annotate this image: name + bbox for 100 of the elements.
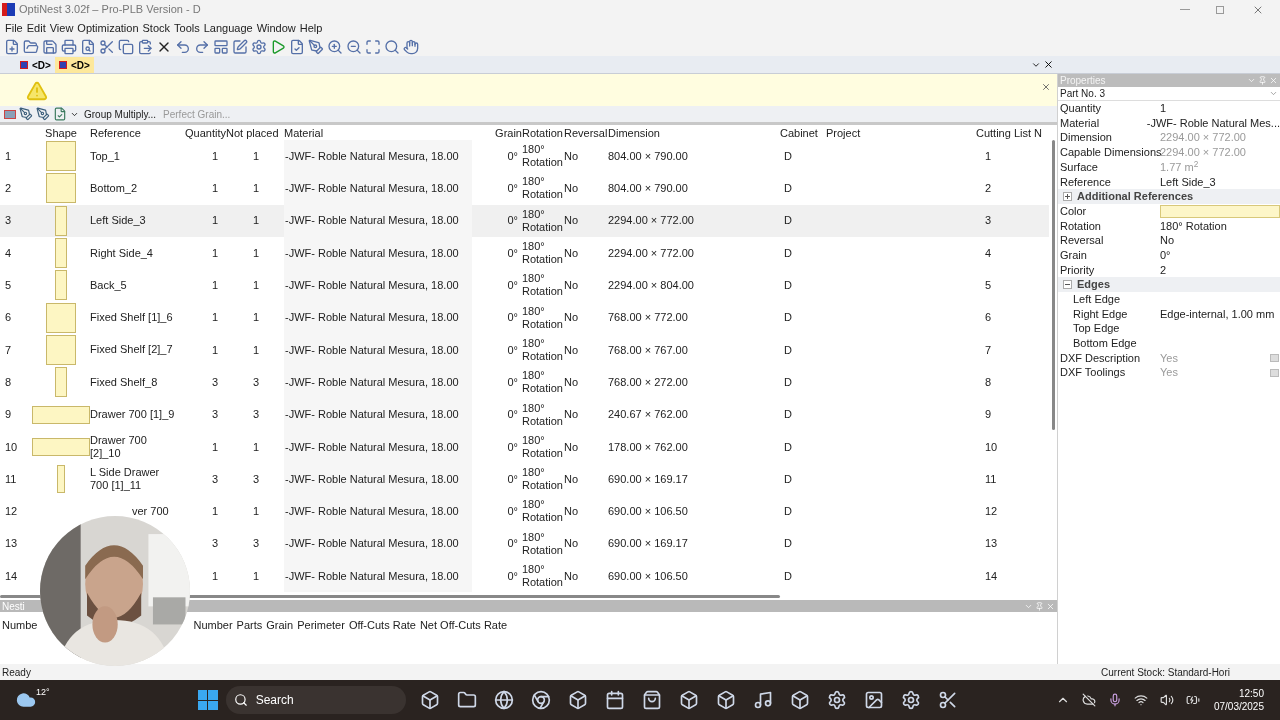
- battery-icon[interactable]: [1185, 693, 1200, 707]
- color-swatch[interactable]: [1160, 204, 1280, 218]
- open-folder-icon[interactable]: [23, 38, 39, 55]
- search-field[interactable]: Search: [225, 686, 406, 714]
- column-header[interactable]: Perimeter: [297, 617, 345, 634]
- app-icon[interactable]: [456, 690, 477, 710]
- collapse-icon[interactable]: [1063, 280, 1072, 290]
- part-shape: [46, 141, 76, 172]
- column-header[interactable]: Number: [193, 617, 233, 634]
- export-icon[interactable]: [53, 106, 67, 122]
- column-header[interactable]: Material: [284, 125, 472, 142]
- column-header[interactable]: Quantity: [178, 125, 226, 142]
- column-header[interactable]: Rotation: [522, 125, 564, 142]
- save-icon[interactable]: [42, 38, 58, 55]
- menu-item[interactable]: View: [49, 19, 74, 37]
- column-header[interactable]: Parts: [236, 617, 263, 634]
- column-header[interactable]: Grain: [266, 617, 294, 634]
- status-text: Ready: [2, 665, 31, 680]
- wifi-icon[interactable]: [1133, 693, 1148, 707]
- app-icon[interactable]: [604, 690, 625, 710]
- column-header[interactable]: Dimension: [608, 125, 780, 142]
- column-header[interactable]: Project: [826, 125, 976, 142]
- column-header[interactable]: Numbe: [2, 617, 38, 634]
- menu-item[interactable]: Tools: [174, 19, 200, 37]
- menu-item[interactable]: Language: [203, 19, 253, 37]
- app-icon[interactable]: [715, 690, 736, 710]
- not-placed-cell-text: 3: [251, 536, 261, 552]
- app-icon[interactable]: [752, 690, 773, 710]
- weather-icon[interactable]: [16, 690, 36, 710]
- menu-item[interactable]: Help: [299, 19, 323, 37]
- grid-icon[interactable]: [4, 109, 16, 119]
- reference-cell: Left Side_3: [90, 214, 146, 228]
- document-icon[interactable]: [289, 38, 305, 55]
- property-label: Top Edge: [1072, 321, 1121, 337]
- app-icon[interactable]: [826, 690, 847, 710]
- microphone-icon[interactable]: [1107, 693, 1122, 707]
- not-placed-cell-text: 3: [251, 374, 261, 390]
- expand-icon[interactable]: [1063, 191, 1072, 201]
- settings-icon[interactable]: [251, 38, 267, 55]
- pen-icon[interactable]: [19, 106, 33, 122]
- pen-icon[interactable]: [308, 38, 324, 55]
- column-header[interactable]: Shape: [32, 125, 90, 142]
- property-value: 2294.00 × 772.00: [1160, 130, 1247, 146]
- pen-icon[interactable]: [36, 106, 50, 122]
- panel-icon[interactable]: [213, 38, 229, 55]
- play-icon[interactable]: [270, 38, 286, 55]
- cloud-icon[interactable]: [1081, 693, 1096, 707]
- volume-icon[interactable]: [1159, 693, 1174, 707]
- rotation-cell-text: 180° Rotation: [522, 432, 564, 461]
- toolbar-button[interactable]: Group Multiply...: [82, 106, 159, 122]
- undo-icon[interactable]: [175, 38, 191, 55]
- menu-item[interactable]: Window: [256, 19, 296, 37]
- quantity-cell-text: 1: [210, 342, 219, 358]
- print-icon[interactable]: [61, 38, 77, 55]
- column-header[interactable]: Grain: [472, 125, 522, 142]
- reversal-cell-text: No: [564, 504, 580, 520]
- paste-icon[interactable]: [137, 38, 153, 55]
- preview-icon[interactable]: [80, 38, 96, 55]
- folder-icon[interactable]: [493, 690, 514, 710]
- close-icon[interactable]: [1043, 59, 1054, 70]
- clock-time[interactable]: 12:50: [1238, 687, 1264, 700]
- column-header[interactable]: Cutting List N: [976, 125, 1048, 142]
- search-icon[interactable]: [384, 38, 400, 55]
- column-header[interactable]: Reversal: [564, 125, 608, 142]
- cabinet-cell-text: D: [783, 213, 793, 229]
- cut-icon[interactable]: [99, 38, 115, 55]
- redo-icon[interactable]: [194, 38, 210, 55]
- start-button[interactable]: [197, 690, 218, 710]
- menu-item[interactable]: Edit: [26, 19, 46, 37]
- menu-item[interactable]: File: [5, 19, 23, 37]
- fit-icon[interactable]: [365, 38, 381, 55]
- property-value: Edge-internal, 1.00 mm: [1160, 306, 1276, 322]
- zoom-out-icon[interactable]: [346, 38, 362, 55]
- maximize-button[interactable]: [1216, 5, 1224, 14]
- clock-date[interactable]: 07/03/2025: [1213, 700, 1264, 713]
- property-value: -JWF- Roble Natural Mes...: [1146, 115, 1280, 131]
- copy-icon[interactable]: [118, 38, 134, 55]
- column-header[interactable]: Off-Cuts Rate: [348, 617, 416, 634]
- new-file-icon[interactable]: [4, 38, 20, 55]
- material-cell: -JWF- Roble Natural Mesura, 18.00: [284, 172, 472, 205]
- reference-cell: Top_1: [90, 149, 120, 163]
- not-placed-cell-text: 1: [251, 245, 261, 261]
- edit-icon[interactable]: [232, 38, 248, 55]
- dropdown-icon[interactable]: [1031, 60, 1041, 70]
- app-icon[interactable]: [863, 690, 884, 710]
- column-header[interactable]: Cabinet: [780, 125, 826, 142]
- hand-icon[interactable]: [403, 38, 419, 55]
- material-cell: -JWF- Roble Natural Mesura, 18.00: [284, 398, 472, 431]
- zoom-in-icon[interactable]: [327, 38, 343, 55]
- part-selector[interactable]: Part No. 3: [1058, 87, 1280, 101]
- column-header[interactable]: Reference: [90, 125, 178, 142]
- property-value: 1.77 m$^{2}$: [1160, 158, 1200, 175]
- property-value: No: [1160, 233, 1176, 249]
- column-header[interactable]: Not placed: [226, 125, 284, 142]
- column-header[interactable]: Net Off-Cuts Rate: [419, 617, 508, 634]
- vertical-scrollbar[interactable]: [1051, 140, 1055, 430]
- menu-item[interactable]: Stock: [142, 19, 170, 37]
- document-tab[interactable]: <D>: [54, 57, 94, 73]
- menu-item[interactable]: Optimization: [77, 19, 139, 37]
- reversal-cell-text: No: [564, 342, 580, 358]
